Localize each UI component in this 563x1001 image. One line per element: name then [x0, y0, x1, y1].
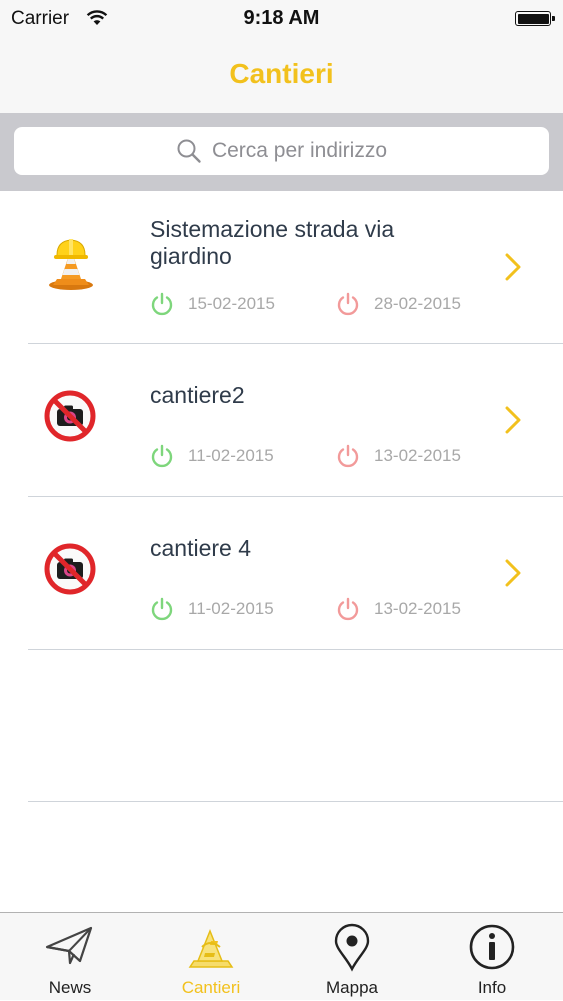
end-date-text: 13-02-2015: [374, 599, 461, 618]
status-time: 9:18 AM: [243, 7, 320, 29]
chevron-right-icon: [505, 559, 521, 587]
list-item[interactable]: cantiere 4 11-02-2015 13-02-2015: [0, 497, 563, 650]
end-date-text: 28-02-2015: [374, 294, 461, 313]
tab-label: Cantieri: [181, 978, 241, 997]
row-divider: [28, 801, 563, 802]
end-date: 13-02-2015: [336, 597, 461, 621]
tab-label: Info: [477, 978, 507, 997]
search-bar-container: Cerca per indirizzo: [0, 113, 563, 191]
power-off-icon: [337, 597, 359, 621]
battery-icon: [515, 11, 555, 26]
site-title: cantiere 4: [150, 535, 252, 561]
end-date: 28-02-2015: [336, 292, 461, 316]
construction-icon: [188, 928, 234, 968]
tab-mappa[interactable]: Mappa: [282, 913, 422, 1001]
site-title: Sistemazione strada via giardino: [150, 216, 395, 269]
paper-plane-icon: [45, 926, 93, 965]
start-date-text: 15-02-2015: [188, 294, 275, 313]
no-photo-icon: [44, 390, 96, 442]
search-placeholder: Cerca per indirizzo: [211, 139, 388, 162]
power-on-icon: [151, 597, 173, 621]
start-date-text: 11-02-2015: [188, 599, 274, 618]
start-date-text: 11-02-2015: [188, 446, 274, 465]
tab-cantieri[interactable]: Cantieri: [141, 913, 281, 1001]
site-title: cantiere2: [150, 382, 245, 408]
start-date: 11-02-2015: [150, 444, 274, 468]
page-title: Cantieri: [229, 58, 334, 89]
row-divider: [28, 649, 563, 650]
chevron-right-icon: [505, 253, 521, 281]
search-icon: [177, 139, 201, 163]
construction-worker-cone-icon: [49, 239, 93, 290]
power-on-icon: [151, 292, 173, 316]
no-photo-icon: [44, 543, 96, 595]
start-date: 15-02-2015: [150, 292, 275, 316]
tab-info[interactable]: Info: [422, 913, 562, 1001]
chevron-right-icon: [505, 406, 521, 434]
tab-label: News: [48, 978, 92, 997]
list-item[interactable]: cantiere2 11-02-2015 13-02-2015: [0, 344, 563, 497]
tab-news[interactable]: News: [0, 913, 140, 1001]
info-icon: [469, 924, 515, 970]
power-off-icon: [337, 444, 359, 468]
power-off-icon: [337, 292, 359, 316]
navigation-bar: Cantieri: [0, 38, 563, 113]
power-on-icon: [151, 444, 173, 468]
end-date-text: 13-02-2015: [374, 446, 461, 465]
list-item[interactable]: Sistemazione strada via giardino 15-02-2…: [0, 191, 563, 344]
status-bar: Carrier 9:18 AM: [0, 0, 563, 38]
map-pin-icon: [334, 923, 370, 972]
tab-bar: News Cantieri Mappa Info: [0, 912, 563, 1000]
end-date: 13-02-2015: [336, 444, 461, 468]
search-input[interactable]: Cerca per indirizzo: [14, 127, 549, 175]
start-date: 11-02-2015: [150, 597, 274, 621]
tab-label: Mappa: [326, 978, 378, 997]
